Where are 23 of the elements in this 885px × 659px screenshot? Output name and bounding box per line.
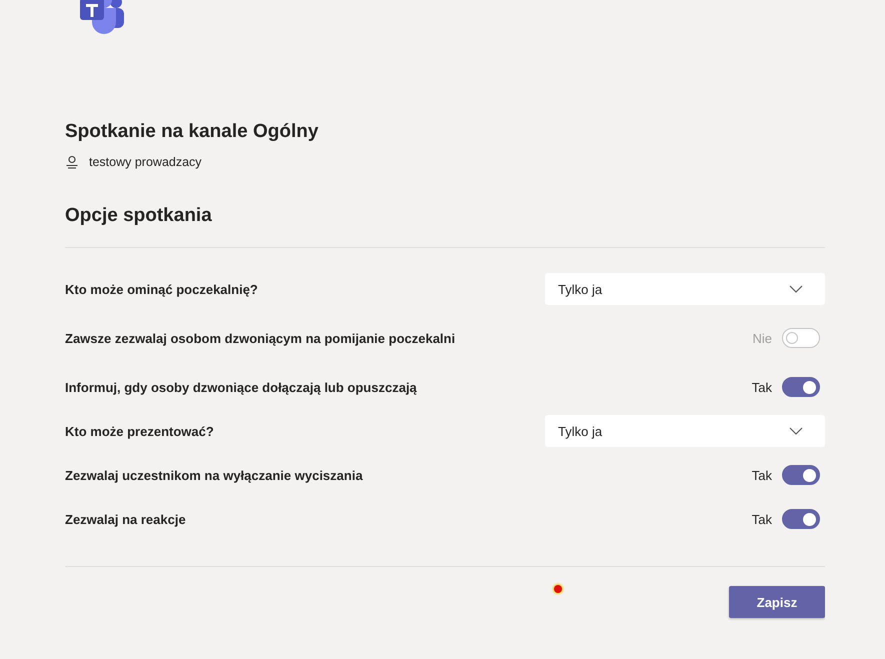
cursor-dot	[554, 585, 562, 593]
save-button[interactable]: Zapisz	[729, 586, 825, 618]
toggle-state-label: Tak	[752, 380, 772, 394]
toggle-switch[interactable]	[782, 377, 820, 397]
option-label: Kto może prezentować?	[65, 422, 214, 441]
option-label: Kto może ominąć poczekalnię?	[65, 280, 258, 299]
toggle-state-label: Nie	[752, 330, 772, 346]
section-title: Opcje spotkania	[65, 204, 213, 228]
toggle-switch[interactable]	[782, 509, 820, 529]
meeting-title: Spotkanie na kanale Ogólny	[65, 120, 320, 144]
option-label: Informuj, gdy osoby dzwoniące dołączają lub opuszczają	[65, 378, 417, 397]
organizer-name: testowy prowadzacy	[89, 155, 202, 169]
person-icon	[65, 155, 79, 169]
toggle-switch[interactable]	[782, 465, 820, 485]
toggle-state-label: Tak	[752, 468, 772, 482]
toggle-state-label: Tak	[752, 512, 772, 526]
dropdown[interactable]: Tylko ja	[545, 273, 825, 305]
option-label: Zezwalaj na reakcje	[65, 510, 186, 529]
chevron-down-icon	[789, 427, 803, 435]
option-label: Zawsze zezwalaj osobom dzwoniącym na pomijanie poczekalni	[65, 330, 456, 348]
dropdown[interactable]: Tylko ja	[545, 415, 825, 447]
option-label: Zezwalaj uczestnikom na wyłączanie wyciszania	[65, 466, 363, 485]
chevron-down-icon	[789, 285, 803, 293]
